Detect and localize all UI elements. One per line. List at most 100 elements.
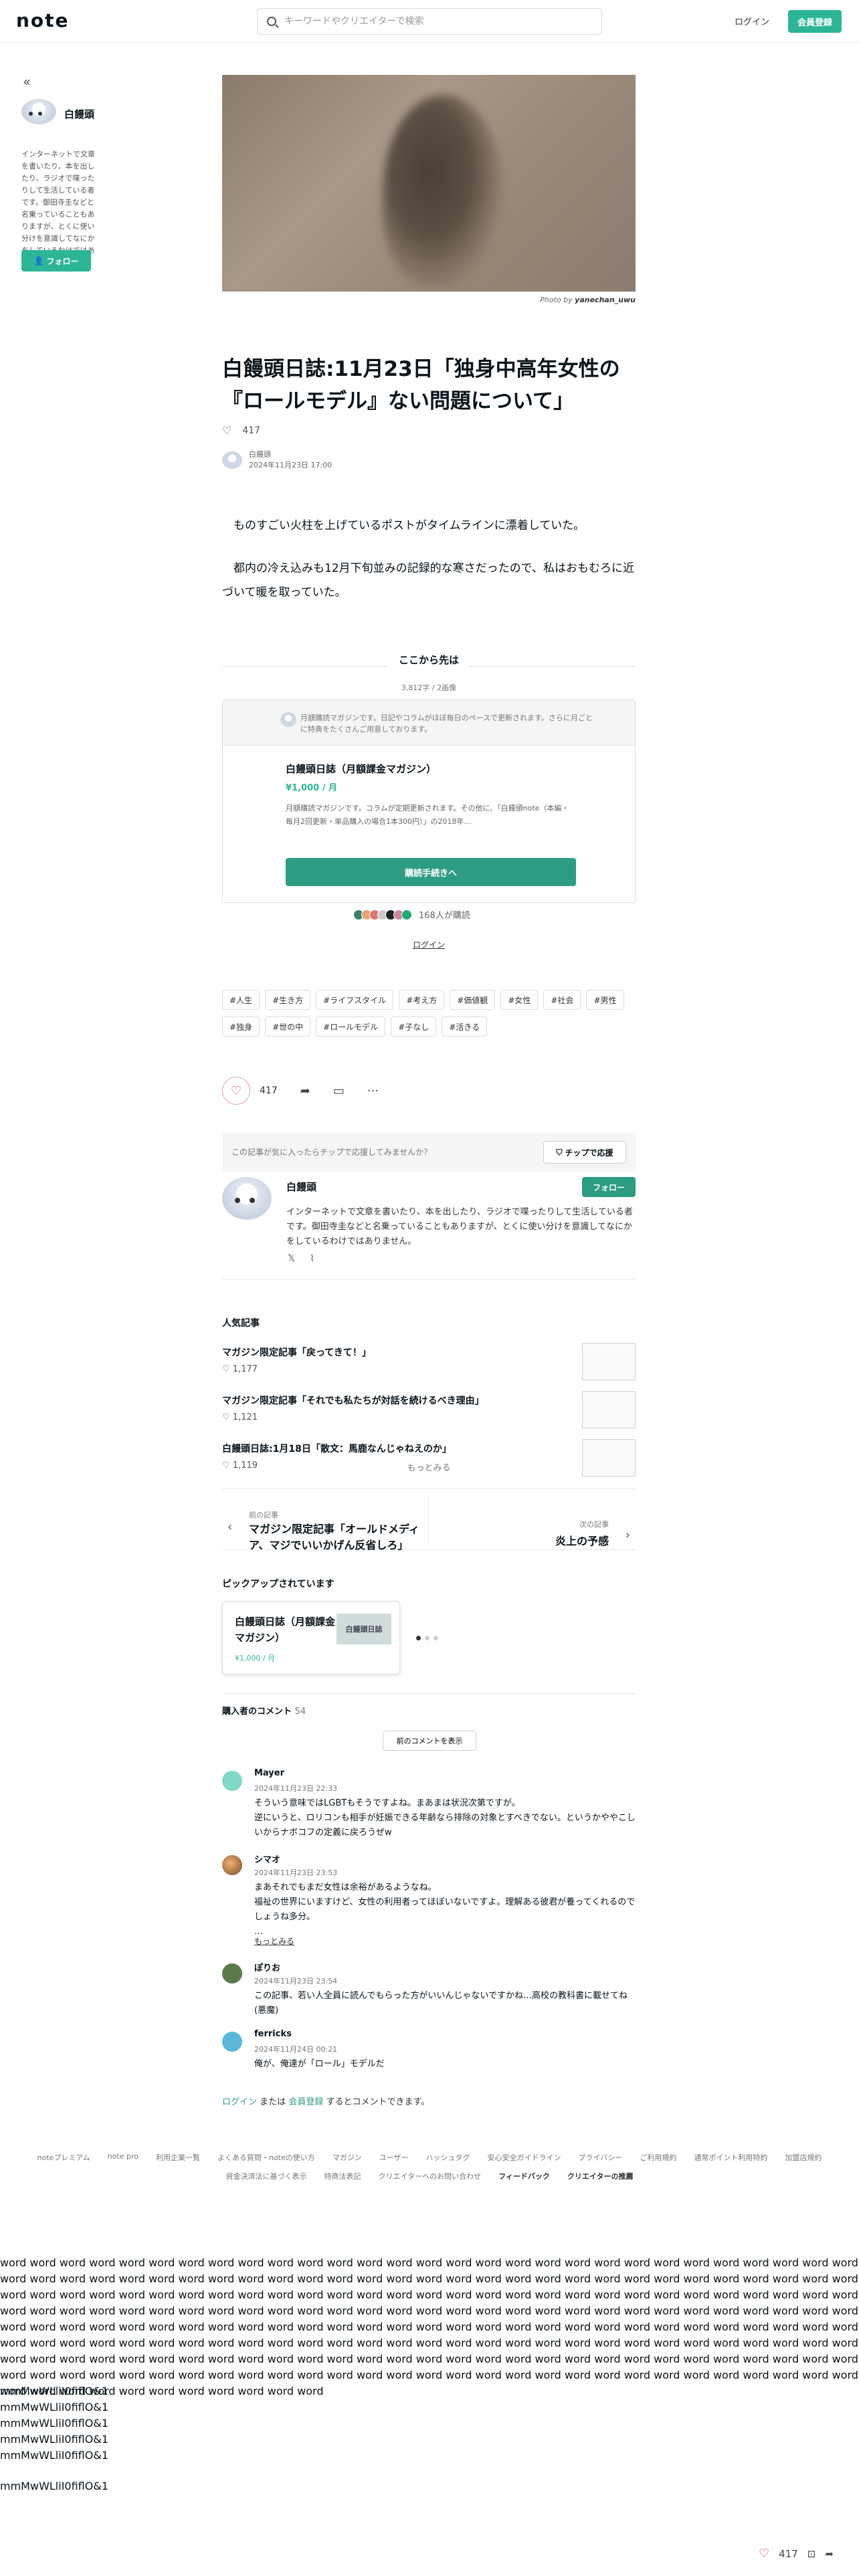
- tag[interactable]: #女性: [500, 990, 539, 1010]
- photo-credit-name[interactable]: yanechan_uwu: [575, 296, 636, 304]
- prev-article-title[interactable]: マガジン限定記事「オールドメディア、マジでいいかげん反省しろ」: [249, 1521, 423, 1553]
- share-icon[interactable]: ➦: [300, 1084, 310, 1098]
- footer-link[interactable]: 資金決済法に基づく表示: [226, 2171, 307, 2181]
- popular-item-title[interactable]: 白饅頭日誌:1月18日「散文：馬鹿なんじゃねえのか」: [222, 1442, 452, 1455]
- tag[interactable]: #ライフスタイル: [316, 990, 394, 1010]
- tag[interactable]: #考え方: [399, 990, 445, 1010]
- tag[interactable]: #人生: [222, 990, 260, 1010]
- magazine-price: ¥1,000 / 月: [286, 783, 337, 793]
- notice-avatar: [280, 712, 296, 727]
- bookmark-icon[interactable]: ⊡: [807, 2548, 816, 2560]
- comment-login-link[interactable]: ログイン: [222, 2097, 257, 2107]
- divider: [222, 1693, 636, 1694]
- footer-link[interactable]: 通常ポイント利用特約: [694, 2152, 767, 2163]
- tag[interactable]: #活きる: [442, 1016, 488, 1037]
- footer-link[interactable]: マガジン: [332, 2152, 362, 2163]
- footer-link[interactable]: 特商法表記: [324, 2171, 361, 2181]
- sidebar-author-name[interactable]: 白饅頭: [64, 107, 94, 121]
- note-logo[interactable]: note: [16, 9, 70, 31]
- commenter-name[interactable]: Mayer: [254, 1768, 284, 1778]
- comment-date: 2024年11月23日 23:54: [254, 1977, 338, 1985]
- article-like-count[interactable]: 417: [242, 425, 260, 436]
- sidebar-follow-button[interactable]: 👤 フォロー: [21, 250, 91, 272]
- author-avatar[interactable]: [222, 451, 242, 469]
- article-paragraph-1: ものすごい火柱を上げているポストがタイムラインに漂着していた。: [233, 519, 585, 532]
- footer-link[interactable]: ご利用規約: [640, 2152, 676, 2163]
- popular-more-link[interactable]: もっとみる: [222, 1461, 636, 1473]
- popular-item-thumbnail[interactable]: [582, 1391, 636, 1428]
- commenter-name[interactable]: シマオ: [254, 1852, 280, 1865]
- creator-avatar[interactable]: [222, 1177, 272, 1220]
- magazine-title[interactable]: 白饅頭日誌（月額課金マガジン）: [286, 762, 436, 776]
- popular-item-title[interactable]: マガジン限定記事「それでも私たちが対話を続けるべき理由」: [222, 1394, 484, 1407]
- x-icon[interactable]: 𝕏: [288, 1253, 295, 1264]
- creator-follow-button[interactable]: フォロー: [582, 1177, 636, 1197]
- commenter-avatar[interactable]: [222, 1963, 242, 1983]
- header-login-link[interactable]: ログイン: [735, 15, 769, 27]
- commenter-name[interactable]: ferricks: [254, 2029, 292, 2039]
- chevron-right-icon[interactable]: ›: [626, 1528, 630, 1542]
- author-name[interactable]: 白饅頭: [249, 449, 332, 460]
- show-previous-comments-button[interactable]: 前のコメントを表示: [383, 1731, 476, 1751]
- collapse-sidebar-icon[interactable]: «: [23, 74, 31, 90]
- next-article-title[interactable]: 炎上の予感: [555, 1532, 609, 1548]
- tag[interactable]: #社会: [543, 990, 581, 1010]
- like-button[interactable]: ♡: [222, 1077, 250, 1105]
- footer-link[interactable]: よくある質問・noteの使い方: [217, 2152, 315, 2163]
- floating-like-count[interactable]: 417: [779, 2548, 798, 2560]
- carousel-dot-active[interactable]: [416, 1636, 421, 1640]
- popular-item-title[interactable]: マガジン限定記事「戻ってきて！」: [222, 1346, 371, 1359]
- footer-link[interactable]: 加盟店規約: [785, 2152, 822, 2163]
- paywall-login-link[interactable]: ログイン: [222, 939, 636, 950]
- footer-link[interactable]: noteプレミアム: [37, 2152, 90, 2163]
- footer-link-feedback[interactable]: フィードバック: [498, 2171, 550, 2181]
- commenter-avatar[interactable]: [222, 2032, 242, 2052]
- footer-link[interactable]: 利用企業一覧: [156, 2152, 200, 2163]
- tag[interactable]: #男性: [586, 990, 624, 1010]
- subscribe-button[interactable]: 購読手続きへ: [286, 858, 576, 886]
- footer-link[interactable]: クリエイターへのお問い合わせ: [379, 2171, 482, 2181]
- heart-icon[interactable]: ♡: [222, 424, 231, 437]
- header-signup-button[interactable]: 会員登録: [788, 10, 842, 33]
- pickup-thumbnail[interactable]: 白饅頭日誌: [337, 1614, 391, 1644]
- carousel-dot[interactable]: [434, 1636, 438, 1640]
- share-icon[interactable]: ➦: [825, 2548, 834, 2560]
- footer-link[interactable]: ハッシュタグ: [426, 2152, 470, 2163]
- commenter-name[interactable]: ぽりお: [254, 1961, 280, 1973]
- chevron-left-icon[interactable]: ‹: [227, 1520, 232, 1534]
- footer-link[interactable]: 安心安全ガイドライン: [488, 2152, 561, 2163]
- comment-more-link[interactable]: もっとみる: [254, 1935, 294, 1947]
- popular-item[interactable]: マガジン限定記事「それでも私たちが対話を続けるべき理由」 ♡ 1,121: [222, 1391, 636, 1434]
- article-author-row[interactable]: 白饅頭 2024年11月23日 17:00: [222, 449, 332, 471]
- like-count[interactable]: 417: [260, 1085, 278, 1096]
- sidebar-avatar[interactable]: [21, 99, 56, 124]
- comment-signup-link[interactable]: 会員登録: [288, 2097, 323, 2107]
- footer-link[interactable]: プライバシー: [579, 2152, 623, 2163]
- pickup-card[interactable]: 白饅頭日誌（月額課金マガジン） ¥1,000 / 月 白饅頭日誌: [222, 1601, 400, 1675]
- popular-item[interactable]: マガジン限定記事「戻ってきて！」 ♡ 1,177: [222, 1343, 636, 1386]
- comment-icon[interactable]: ▭: [333, 1084, 345, 1098]
- rss-icon[interactable]: ⌇: [310, 1253, 314, 1264]
- tag[interactable]: #世の中: [265, 1016, 311, 1037]
- popular-item-thumbnail[interactable]: [582, 1343, 636, 1380]
- commenter-avatar[interactable]: [222, 1855, 242, 1875]
- tag[interactable]: #ロールモデル: [316, 1016, 386, 1037]
- tag[interactable]: #価値観: [450, 990, 496, 1010]
- footer-link[interactable]: note pro: [108, 2152, 138, 2163]
- pickup-magazine-name[interactable]: 白饅頭日誌（月額課金マガジン）: [235, 1614, 335, 1646]
- commenter-avatar[interactable]: [222, 1771, 242, 1791]
- tip-button[interactable]: ⛉ チップで応援: [543, 1141, 626, 1164]
- search-input[interactable]: [284, 16, 601, 27]
- heart-icon[interactable]: ♡: [759, 2547, 769, 2561]
- tag[interactable]: #独身: [222, 1016, 260, 1037]
- more-options-icon[interactable]: ···: [367, 1084, 379, 1098]
- carousel-dot[interactable]: [425, 1636, 430, 1640]
- comment-date: 2024年11月23日 22:33: [254, 1784, 338, 1793]
- creator-name[interactable]: 白饅頭: [286, 1180, 316, 1194]
- footer-link-recommend[interactable]: クリエイターの推薦: [567, 2171, 634, 2181]
- footer-link[interactable]: ユーザー: [379, 2152, 409, 2163]
- tag[interactable]: #生き方: [265, 990, 311, 1010]
- search-box[interactable]: [257, 8, 602, 35]
- filler-glyph-single: mmMwWLliI0fiflO&1: [0, 2480, 108, 2492]
- tag[interactable]: #子なし: [391, 1016, 437, 1037]
